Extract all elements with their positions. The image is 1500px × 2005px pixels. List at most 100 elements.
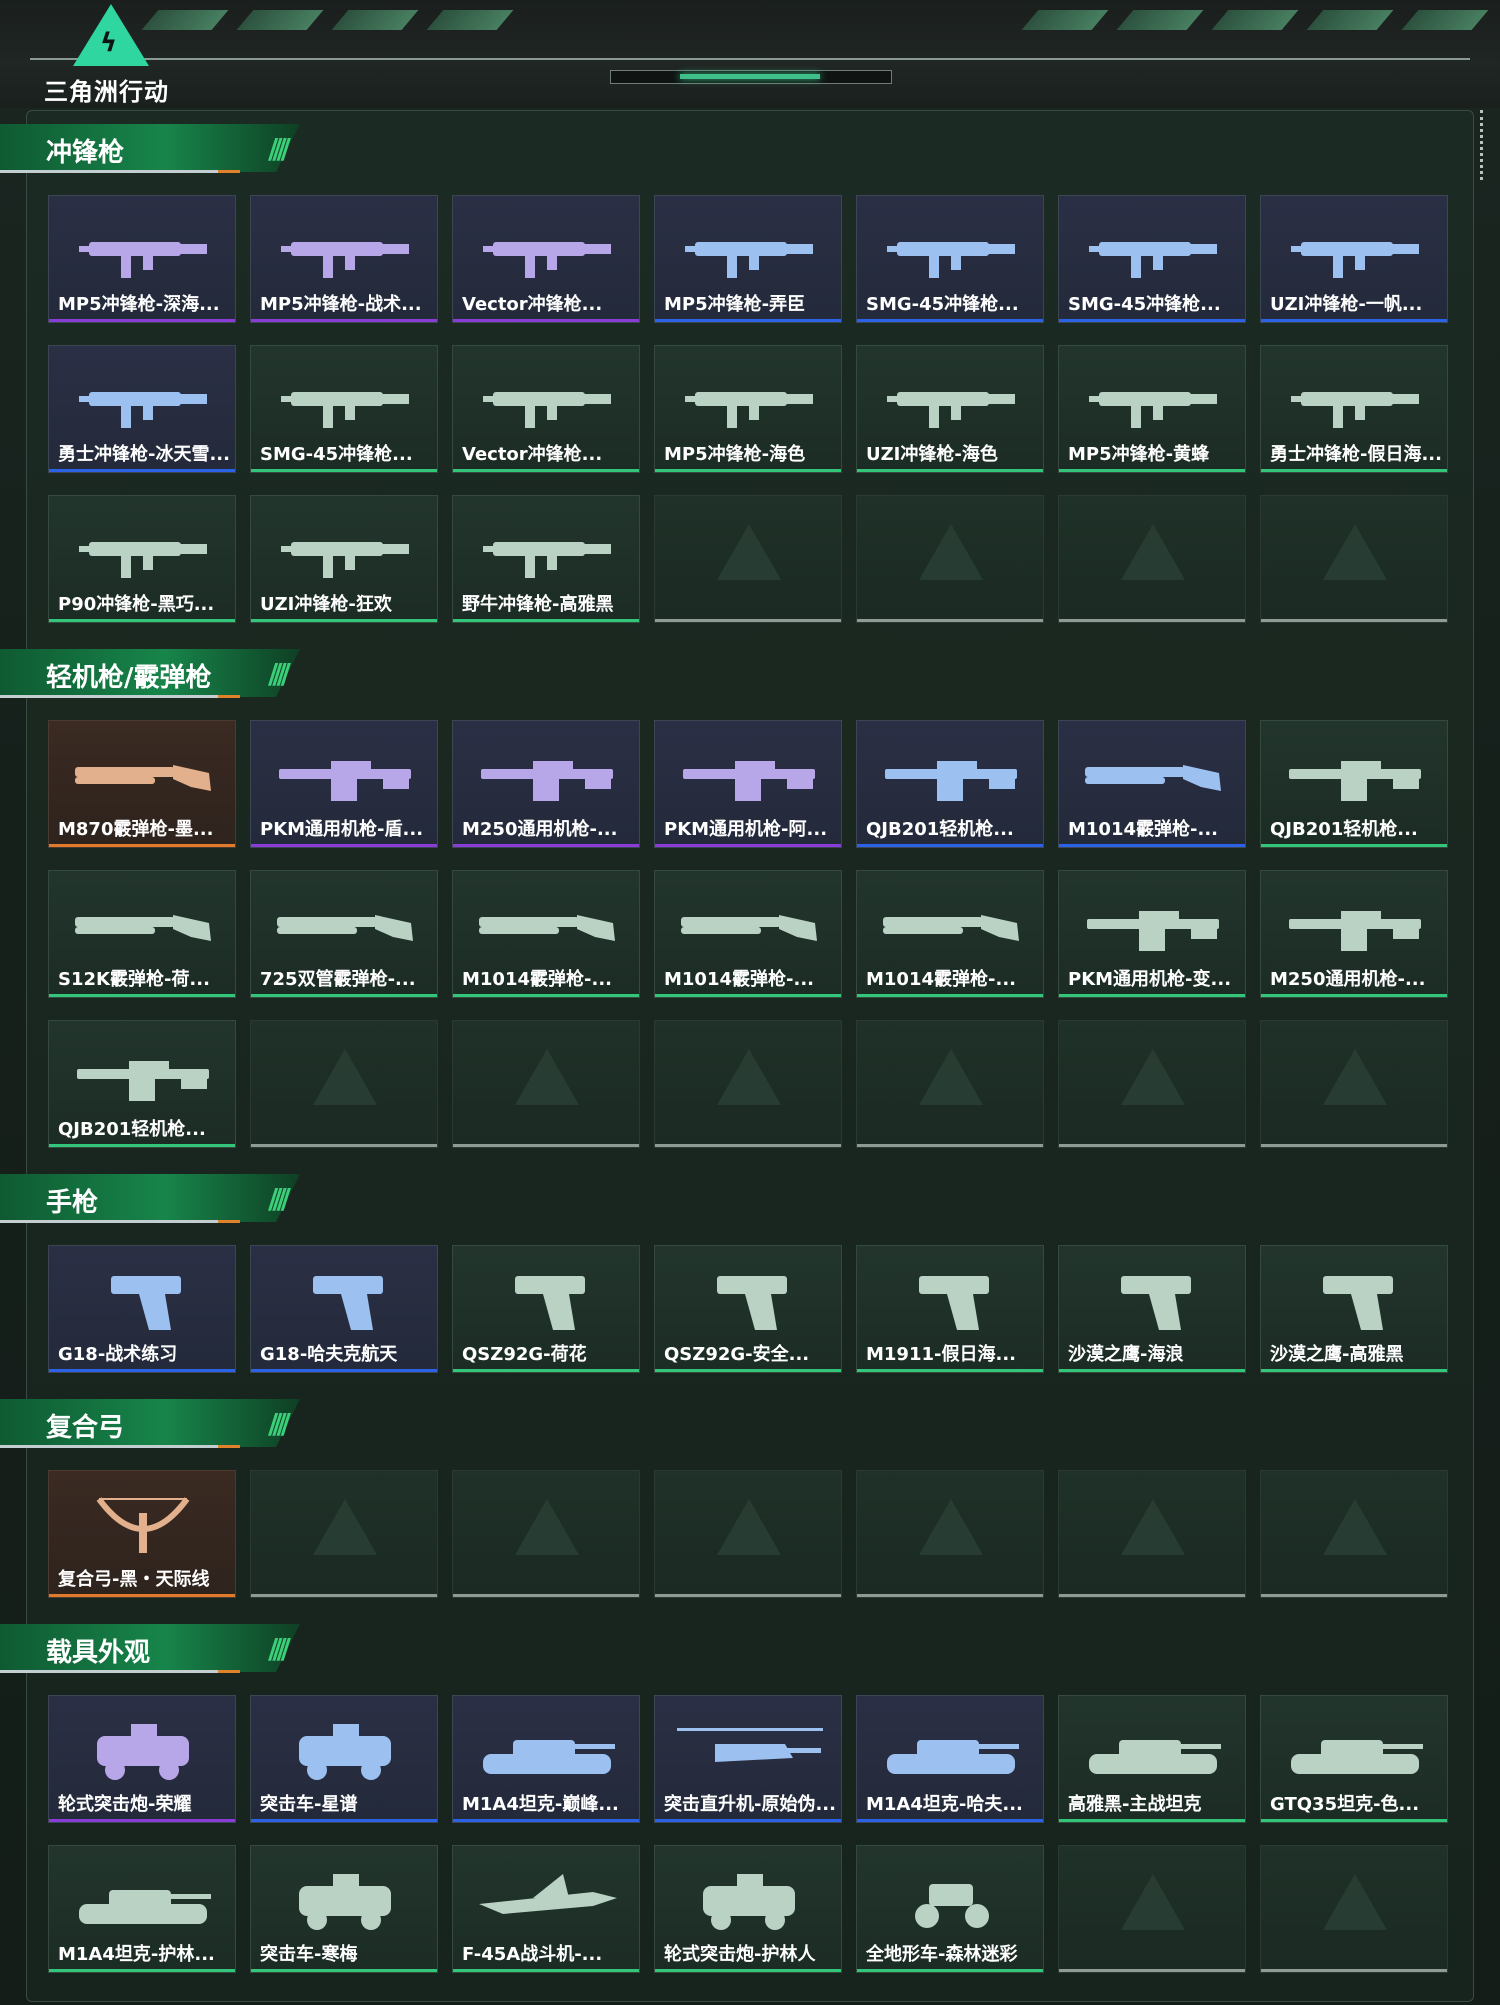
skin-card[interactable]: 突击直升机-原始伪...	[654, 1695, 842, 1823]
skin-card[interactable]: QSZ92G-安全...	[654, 1245, 842, 1373]
skin-card[interactable]: M1A4坦克-护林...	[48, 1845, 236, 1973]
scrollbar-handle[interactable]	[1480, 110, 1487, 180]
skin-card[interactable]: MP5冲锋枪-弄臣	[654, 195, 842, 323]
rarity-bar	[453, 319, 639, 322]
skin-card[interactable]: M1014霰弹枪-...	[654, 870, 842, 998]
skin-card[interactable]: MP5冲锋枪-海色	[654, 345, 842, 473]
empty-slot-bar	[1261, 1144, 1447, 1147]
smg-icon	[281, 542, 409, 578]
skin-card[interactable]: SMG-45冲锋枪...	[250, 345, 438, 473]
skin-card[interactable]: SMG-45冲锋枪...	[1058, 195, 1246, 323]
skin-card[interactable]: F-45A战斗机-...	[452, 1845, 640, 1973]
rarity-bar	[49, 844, 235, 847]
section-header-accent	[218, 170, 240, 173]
empty-slot	[856, 1470, 1044, 1598]
shotgun-icon	[681, 915, 817, 941]
skin-card[interactable]: G18-哈夫克航天	[250, 1245, 438, 1373]
skin-name: G18-战术练习	[58, 1344, 178, 1365]
skin-card[interactable]: 725双管霰弹枪-...	[250, 870, 438, 998]
skin-card[interactable]: UZI冲锋枪-一帆...	[1260, 195, 1448, 323]
rarity-bar	[49, 469, 235, 472]
skin-card[interactable]: UZI冲锋枪-狂欢	[250, 495, 438, 623]
skin-card[interactable]: M1911-假日海...	[856, 1245, 1044, 1373]
skin-card[interactable]: QJB201轻机枪...	[48, 1020, 236, 1148]
empty-slot-bar	[1261, 1594, 1447, 1597]
skin-card[interactable]: QJB201轻机枪...	[1260, 720, 1448, 848]
skin-card[interactable]: PKM通用机枪-阿...	[654, 720, 842, 848]
skin-card[interactable]: M250通用机枪-...	[1260, 870, 1448, 998]
skin-card[interactable]: G18-战术练习	[48, 1245, 236, 1373]
rarity-bar	[49, 319, 235, 322]
skin-card[interactable]: MP5冲锋枪-深海...	[48, 195, 236, 323]
skin-card[interactable]: M250通用机枪-...	[452, 720, 640, 848]
section-header-ticks: ////	[268, 1407, 291, 1440]
skin-card[interactable]: M1A4坦克-哈夫...	[856, 1695, 1044, 1823]
skin-name: QSZ92G-安全...	[664, 1344, 810, 1365]
skin-name: M1A4坦克-护林...	[58, 1944, 215, 1965]
section-header-underline	[0, 1220, 240, 1223]
game-logo-text: 三角洲行动	[44, 78, 169, 106]
skin-card[interactable]: S12K霰弹枪-荷...	[48, 870, 236, 998]
skin-card[interactable]: M870霰弹枪-墨...	[48, 720, 236, 848]
skin-card[interactable]: PKM通用机枪-变...	[1058, 870, 1246, 998]
skin-card[interactable]: 突击车-寒梅	[250, 1845, 438, 1973]
empty-slot	[1260, 495, 1448, 623]
skin-card[interactable]: SMG-45冲锋枪...	[856, 195, 1044, 323]
skin-card[interactable]: QJB201轻机枪...	[856, 720, 1044, 848]
skin-name: M250通用机枪-...	[462, 819, 618, 840]
skin-card[interactable]: 复合弓-黑・天际线	[48, 1470, 236, 1598]
skin-card[interactable]: MP5冲锋枪-黄蜂	[1058, 345, 1246, 473]
skin-card[interactable]: M1A4坦克-巅峰...	[452, 1695, 640, 1823]
skin-card[interactable]: 野牛冲锋枪-高雅黑	[452, 495, 640, 623]
rarity-bar	[655, 1369, 841, 1372]
skin-card[interactable]: GTQ35坦克-色...	[1260, 1695, 1448, 1823]
smg-icon	[79, 542, 207, 578]
header-stripe	[141, 10, 229, 30]
rarity-bar	[453, 994, 639, 997]
empty-slot	[250, 1470, 438, 1598]
rarity-bar	[1261, 1819, 1447, 1822]
delta-watermark-icon	[1323, 1874, 1387, 1930]
skin-name: 复合弓-黑・天际线	[58, 1569, 210, 1590]
skin-card[interactable]: 沙漠之鹰-海浪	[1058, 1245, 1246, 1373]
rarity-bar	[453, 469, 639, 472]
skin-name: MP5冲锋枪-弄臣	[664, 294, 806, 315]
skin-card[interactable]: M1014霰弹枪-...	[1058, 720, 1246, 848]
skin-card[interactable]: 勇士冲锋枪-假日海...	[1260, 345, 1448, 473]
empty-slot	[1058, 1845, 1246, 1973]
skin-name: 突击车-寒梅	[260, 1944, 358, 1965]
skin-card[interactable]: 沙漠之鹰-高雅黑	[1260, 1245, 1448, 1373]
skin-card[interactable]: MP5冲锋枪-战术...	[250, 195, 438, 323]
skin-card[interactable]: Vector冲锋枪...	[452, 345, 640, 473]
skin-card[interactable]: QSZ92G-荷花	[452, 1245, 640, 1373]
rarity-bar	[1261, 319, 1447, 322]
rarity-bar	[251, 619, 437, 622]
skin-card[interactable]: P90冲锋枪-黑巧...	[48, 495, 236, 623]
empty-slot	[654, 495, 842, 623]
rarity-bar	[1261, 1369, 1447, 1372]
skin-card[interactable]: 全地形车-森林迷彩	[856, 1845, 1044, 1973]
skin-name: M1014霰弹枪-...	[664, 969, 814, 990]
smg-icon	[483, 542, 611, 578]
skin-card[interactable]: Vector冲锋枪...	[452, 195, 640, 323]
delta-watermark-icon	[1121, 524, 1185, 580]
delta-watermark-icon	[1323, 524, 1387, 580]
delta-watermark-icon	[515, 1499, 579, 1555]
skin-card[interactable]: M1014霰弹枪-...	[452, 870, 640, 998]
skin-card[interactable]: 轮式突击炮-荣耀	[48, 1695, 236, 1823]
skin-name: Vector冲锋枪...	[462, 294, 603, 315]
rarity-bar	[49, 1969, 235, 1972]
skin-card[interactable]: 高雅黑-主战坦克	[1058, 1695, 1246, 1823]
skin-card[interactable]: PKM通用机枪-盾...	[250, 720, 438, 848]
empty-slot-bar	[857, 1594, 1043, 1597]
smg-icon	[79, 242, 207, 278]
skin-card[interactable]: 突击车-星谱	[250, 1695, 438, 1823]
header-stripe	[1211, 10, 1299, 30]
skin-name: PKM通用机枪-阿...	[664, 819, 828, 840]
skin-name: 沙漠之鹰-海浪	[1068, 1344, 1184, 1365]
skin-card[interactable]: UZI冲锋枪-海色	[856, 345, 1044, 473]
skin-card[interactable]: 勇士冲锋枪-冰天雪...	[48, 345, 236, 473]
skin-name: M1014霰弹枪-...	[462, 969, 612, 990]
skin-card[interactable]: M1014霰弹枪-...	[856, 870, 1044, 998]
skin-card[interactable]: 轮式突击炮-护林人	[654, 1845, 842, 1973]
